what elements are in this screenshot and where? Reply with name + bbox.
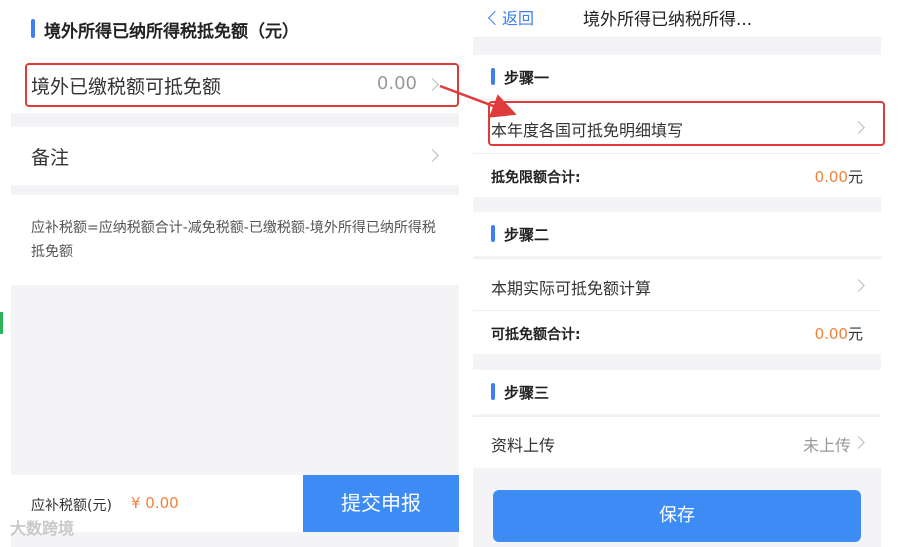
credit-limit-total-amount: 0.00元 bbox=[815, 166, 863, 187]
credit-limit-total-label: 抵免限额合计: bbox=[491, 170, 581, 186]
step1-header: 步骤一 bbox=[473, 55, 881, 99]
upload-status: 未上传 bbox=[802, 436, 851, 455]
highlight-box-right bbox=[488, 101, 885, 146]
chevron-right-icon bbox=[852, 436, 865, 449]
foreign-tax-credit-page: 返回 境外所得已纳税所得... 步骤一 本年度各国可抵免明细填写 抵免限额合计:… bbox=[473, 0, 881, 547]
empty-area bbox=[11, 285, 459, 475]
credit-limit-total-value: 0.00 bbox=[814, 168, 848, 186]
step2-title: 步骤二 bbox=[504, 226, 550, 244]
back-button[interactable]: 返回 bbox=[487, 5, 535, 29]
tax-due-label: 应补税额(元) bbox=[31, 498, 112, 514]
formula-text: 应补税额=应纳税额合计-减免税额-已缴税额-境外所得已纳所得税抵免额 bbox=[31, 220, 436, 260]
page-title: 境外所得已纳税所得... bbox=[583, 10, 753, 30]
step-accent-bar bbox=[491, 225, 495, 242]
back-label: 返回 bbox=[502, 9, 535, 28]
creditable-total-value: 0.00 bbox=[814, 325, 848, 343]
chevron-right-icon bbox=[852, 279, 865, 292]
side-edge-marker bbox=[0, 312, 3, 334]
chevron-left-icon bbox=[487, 10, 503, 26]
actual-credit-calc-label: 本期实际可抵免额计算 bbox=[491, 279, 652, 298]
currency-unit: 元 bbox=[847, 325, 863, 343]
document-upload-label: 资料上传 bbox=[491, 436, 556, 455]
step3-title: 步骤三 bbox=[504, 384, 550, 402]
step2-header: 步骤二 bbox=[473, 212, 881, 256]
remark-row[interactable]: 备注 bbox=[11, 127, 459, 185]
document-upload-row[interactable]: 资料上传 未上传 bbox=[473, 416, 881, 468]
chevron-right-icon bbox=[426, 149, 439, 162]
step-accent-bar bbox=[491, 383, 495, 400]
step1-title: 步骤一 bbox=[504, 69, 550, 87]
watermark-logo: 大数跨境 bbox=[10, 519, 75, 538]
creditable-total-label: 可抵免额合计: bbox=[491, 327, 581, 343]
actual-credit-calc-row[interactable]: 本期实际可抵免额计算 bbox=[473, 258, 881, 310]
section-title: 境外所得已纳所得税抵免额（元） bbox=[44, 22, 299, 42]
section-accent-bar bbox=[31, 19, 35, 38]
currency-unit: 元 bbox=[847, 168, 863, 186]
bottom-bar: 应补税额(元) ¥ 0.00 提交申报 bbox=[11, 475, 459, 532]
nav-bar: 返回 境外所得已纳税所得... bbox=[473, 0, 881, 38]
section-header: 境外所得已纳所得税抵免额（元） bbox=[11, 0, 459, 55]
creditable-total-row: 可抵免额合计: 0.00元 bbox=[473, 310, 881, 354]
step3-header: 步骤三 bbox=[473, 370, 881, 414]
save-button[interactable]: 保存 bbox=[493, 490, 861, 542]
highlight-box-left bbox=[25, 63, 459, 107]
submit-return-button[interactable]: 提交申报 bbox=[303, 475, 459, 532]
creditable-total-amount: 0.00元 bbox=[815, 323, 863, 344]
credit-limit-total-row: 抵免限额合计: 0.00元 bbox=[473, 153, 881, 197]
step-accent-bar bbox=[491, 68, 495, 85]
remark-label: 备注 bbox=[31, 147, 70, 169]
tax-due-value: ¥ 0.00 bbox=[131, 494, 179, 512]
